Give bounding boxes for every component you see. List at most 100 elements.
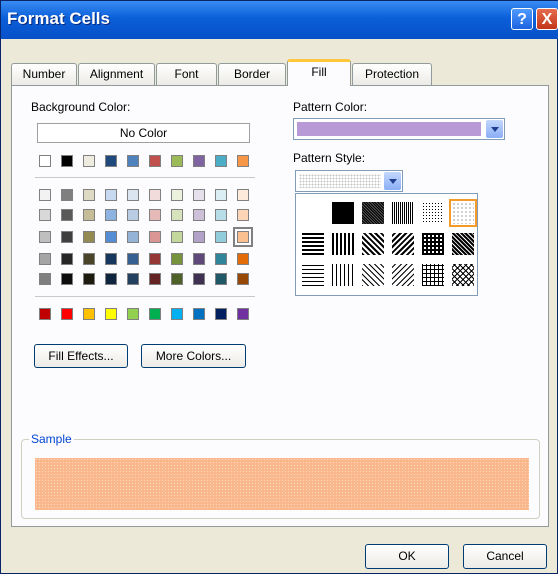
pattern-grid-thin[interactable] — [422, 264, 444, 286]
pattern-crosshatch-thin[interactable] — [452, 264, 474, 286]
cancel-button[interactable]: Cancel — [463, 544, 547, 569]
color-swatch[interactable] — [193, 231, 205, 243]
pattern-dark-gray[interactable] — [362, 202, 384, 224]
pattern-diagonal-down-thick[interactable] — [362, 233, 384, 255]
color-swatch[interactable] — [171, 253, 183, 265]
fill-effects-button[interactable]: Fill Effects... — [34, 344, 128, 368]
color-swatch[interactable] — [171, 308, 183, 320]
color-swatch[interactable] — [171, 209, 183, 221]
color-swatch[interactable] — [105, 189, 117, 201]
pattern-grid-thick[interactable] — [422, 233, 444, 255]
color-swatch[interactable] — [237, 209, 249, 221]
color-swatch[interactable] — [171, 189, 183, 201]
color-swatch[interactable] — [193, 253, 205, 265]
color-swatch[interactable] — [171, 231, 183, 243]
color-swatch[interactable] — [215, 189, 227, 201]
color-swatch[interactable] — [193, 189, 205, 201]
color-swatch[interactable] — [193, 209, 205, 221]
color-swatch[interactable] — [105, 253, 117, 265]
color-swatch[interactable] — [39, 253, 51, 265]
color-swatch[interactable] — [237, 189, 249, 201]
tab-protection[interactable]: Protection — [352, 63, 432, 85]
color-swatch[interactable] — [127, 273, 139, 285]
color-swatch[interactable] — [105, 209, 117, 221]
color-swatch[interactable] — [105, 231, 117, 243]
color-swatch[interactable] — [61, 189, 73, 201]
color-swatch[interactable] — [193, 308, 205, 320]
color-swatch[interactable] — [61, 308, 73, 320]
color-swatch[interactable] — [39, 209, 51, 221]
pattern-vertical-thin[interactable] — [332, 264, 354, 286]
color-swatch[interactable] — [127, 308, 139, 320]
color-swatch[interactable] — [83, 155, 95, 167]
color-swatch[interactable] — [193, 155, 205, 167]
color-swatch[interactable] — [83, 273, 95, 285]
color-swatch[interactable] — [105, 273, 117, 285]
color-swatch[interactable] — [61, 253, 73, 265]
color-swatch[interactable] — [149, 273, 161, 285]
pattern-color-dropdown[interactable] — [293, 118, 505, 140]
color-swatch[interactable] — [215, 273, 227, 285]
color-swatch[interactable] — [127, 231, 139, 243]
title-bar[interactable]: Format Cells ? X — [1, 1, 558, 39]
color-swatch[interactable] — [149, 308, 161, 320]
color-swatch[interactable] — [237, 253, 249, 265]
help-button[interactable]: ? — [511, 8, 533, 30]
color-swatch[interactable] — [149, 209, 161, 221]
close-button[interactable]: X — [536, 8, 558, 30]
pattern-dense-check[interactable] — [452, 233, 474, 255]
color-swatch[interactable] — [83, 209, 95, 221]
color-swatch[interactable] — [61, 155, 73, 167]
color-swatch[interactable] — [83, 308, 95, 320]
pattern-diagonal-down-thin[interactable] — [362, 264, 384, 286]
pattern-horizontal-thick[interactable] — [302, 233, 324, 255]
pattern-light-gray[interactable] — [422, 202, 444, 224]
color-swatch[interactable] — [39, 273, 51, 285]
color-swatch[interactable] — [237, 155, 249, 167]
tab-fill[interactable]: Fill — [287, 59, 351, 86]
pattern-horizontal-thin[interactable] — [302, 264, 324, 286]
color-swatch[interactable] — [171, 155, 183, 167]
color-swatch[interactable] — [39, 155, 51, 167]
color-swatch[interactable] — [83, 231, 95, 243]
color-swatch[interactable] — [215, 155, 227, 167]
color-swatch[interactable] — [127, 253, 139, 265]
pattern-dotted[interactable] — [449, 199, 477, 227]
color-swatch[interactable] — [215, 209, 227, 221]
tab-number[interactable]: Number — [11, 63, 77, 85]
color-swatch[interactable] — [215, 253, 227, 265]
color-swatch[interactable] — [61, 209, 73, 221]
chevron-down-icon[interactable] — [384, 172, 401, 190]
ok-button[interactable]: OK — [365, 544, 449, 569]
color-swatch[interactable] — [61, 273, 73, 285]
color-swatch[interactable] — [171, 273, 183, 285]
no-color-button[interactable]: No Color — [37, 123, 250, 143]
color-swatch[interactable] — [149, 253, 161, 265]
pattern-diagonal-up-thick[interactable] — [392, 233, 414, 255]
tab-font[interactable]: Font — [156, 63, 217, 85]
pattern-solid[interactable] — [332, 202, 354, 224]
color-swatch[interactable] — [83, 253, 95, 265]
color-swatch[interactable] — [149, 231, 161, 243]
pattern-vertical-thick[interactable] — [332, 233, 354, 255]
pattern-diagonal-up-thin[interactable] — [392, 264, 414, 286]
color-swatch[interactable] — [61, 231, 73, 243]
color-swatch[interactable] — [105, 155, 117, 167]
color-swatch[interactable] — [39, 189, 51, 201]
color-swatch[interactable] — [149, 189, 161, 201]
pattern-style-dropdown[interactable] — [295, 170, 403, 192]
pattern-medium-gray[interactable] — [392, 202, 414, 224]
color-swatch[interactable] — [39, 231, 51, 243]
more-colors-button[interactable]: More Colors... — [141, 344, 246, 368]
color-swatch[interactable] — [105, 308, 117, 320]
color-swatch[interactable] — [127, 209, 139, 221]
color-swatch[interactable] — [127, 189, 139, 201]
color-swatch[interactable] — [237, 308, 249, 320]
color-swatch[interactable] — [149, 155, 161, 167]
color-swatch[interactable] — [233, 227, 253, 247]
color-swatch[interactable] — [83, 189, 95, 201]
color-swatch[interactable] — [215, 308, 227, 320]
color-swatch[interactable] — [215, 231, 227, 243]
tab-border[interactable]: Border — [218, 63, 286, 85]
color-swatch[interactable] — [193, 273, 205, 285]
